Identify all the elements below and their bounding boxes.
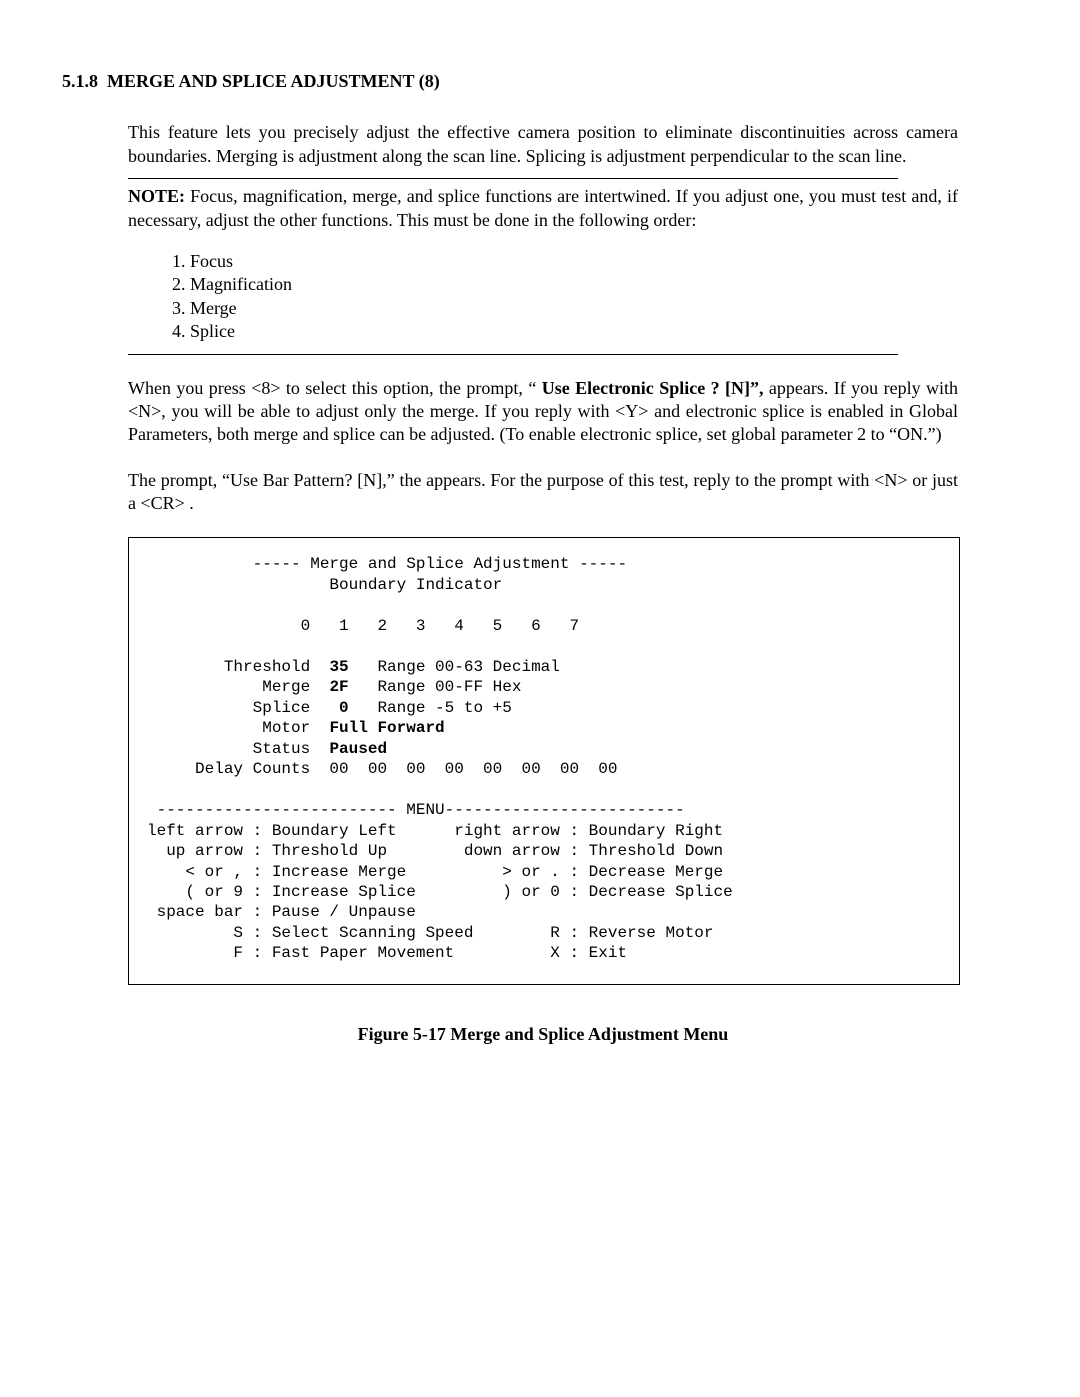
terminal-title: ----- Merge and Splice Adjustment -----: [147, 555, 627, 573]
prompt-paragraph-1: When you press <8> to select this option…: [128, 377, 958, 447]
list-item: 3. Merge: [172, 297, 958, 320]
terminal-subtitle: Boundary Indicator: [147, 576, 502, 594]
intro-paragraph: This feature lets you precisely adjust t…: [128, 121, 958, 168]
splice-value: 0: [339, 699, 349, 717]
menu-line: left arrow : Boundary Left right arrow :…: [147, 822, 723, 840]
status-label: Status: [147, 740, 329, 758]
terminal-indices: 0 1 2 3 4 5 6 7: [147, 617, 579, 635]
prompt-para-1a: When you press <8> to select this option…: [128, 378, 542, 398]
figure-caption: Figure 5-17 Merge and Splice Adjustment …: [128, 1023, 958, 1046]
note-rule-bottom: [128, 354, 898, 355]
prompt-bold-text: Use Electronic Splice ? [N]”,: [542, 378, 764, 398]
motor-label: Motor: [147, 719, 329, 737]
section-title: MERGE AND SPLICE ADJUSTMENT (8): [107, 71, 440, 91]
note-rule-top: [128, 178, 898, 179]
threshold-value: 35: [329, 658, 348, 676]
note-text: Focus, magnification, merge, and splice …: [128, 186, 958, 229]
splice-label: Splice: [147, 699, 339, 717]
menu-rule: ------------------------- MENU----------…: [147, 801, 685, 819]
list-item: 4. Splice: [172, 320, 958, 343]
prompt-paragraph-2: The prompt, “Use Bar Pattern? [N],” the …: [128, 469, 958, 516]
threshold-label: Threshold: [147, 658, 329, 676]
terminal-screen: ----- Merge and Splice Adjustment ----- …: [128, 537, 960, 984]
section-number: 5.1.8: [62, 70, 98, 93]
menu-line: S : Select Scanning Speed R : Reverse Mo…: [147, 924, 714, 942]
menu-line: < or , : Increase Merge > or . : Decreas…: [147, 863, 723, 881]
menu-line: F : Fast Paper Movement X : Exit: [147, 944, 627, 962]
menu-line: ( or 9 : Increase Splice ) or 0 : Decrea…: [147, 883, 733, 901]
adjustment-order-list: 1. Focus 2. Magnification 3. Merge 4. Sp…: [172, 250, 958, 344]
delay-counts-line: Delay Counts 00 00 00 00 00 00 00 00: [147, 760, 617, 778]
menu-line: space bar : Pause / Unpause: [147, 903, 416, 921]
motor-value: Full Forward: [329, 719, 444, 737]
menu-line: up arrow : Threshold Up down arrow : Thr…: [147, 842, 723, 860]
status-value: Paused: [329, 740, 387, 758]
merge-label: Merge: [147, 678, 329, 696]
section-heading: 5.1.8 MERGE AND SPLICE ADJUSTMENT (8): [62, 70, 1010, 93]
threshold-range: Range 00-63 Decimal: [349, 658, 560, 676]
note-label: NOTE:: [128, 186, 185, 206]
list-item: 1. Focus: [172, 250, 958, 273]
list-item: 2. Magnification: [172, 273, 958, 296]
merge-range: Range 00-FF Hex: [349, 678, 522, 696]
splice-range: Range -5 to +5: [349, 699, 512, 717]
merge-value: 2F: [329, 678, 348, 696]
note-paragraph: NOTE: Focus, magnification, merge, and s…: [128, 185, 958, 232]
